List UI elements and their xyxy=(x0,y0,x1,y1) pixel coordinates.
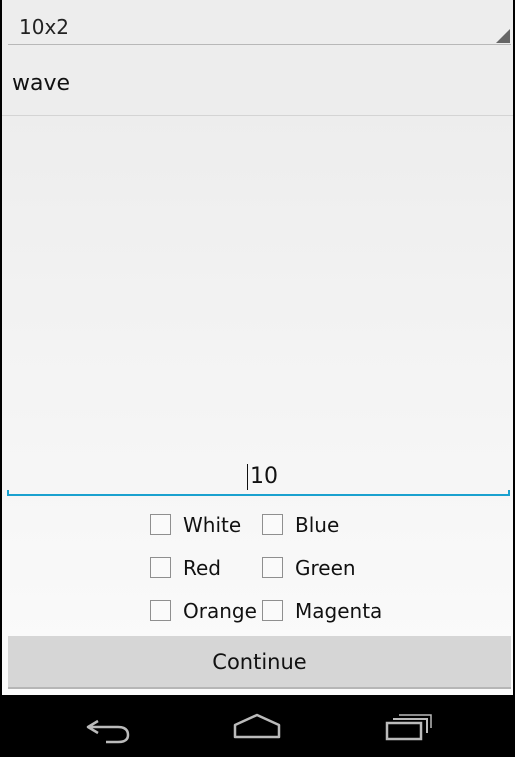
checkbox-blue[interactable]: Blue xyxy=(262,503,339,546)
checkbox-label: Green xyxy=(295,555,356,580)
checkbox-label: Red xyxy=(183,555,221,580)
input-underline-cap-right xyxy=(508,490,510,496)
checkbox-box[interactable] xyxy=(150,557,171,578)
back-icon xyxy=(86,719,130,744)
checkbox-box[interactable] xyxy=(262,557,283,578)
checkbox-box[interactable] xyxy=(262,514,283,535)
checkbox-green[interactable]: Green xyxy=(262,546,356,589)
size-spinner[interactable]: 10x2 xyxy=(8,2,511,45)
home-button[interactable] xyxy=(227,709,287,745)
recent-apps-icon xyxy=(385,714,432,741)
number-input-value: 10 xyxy=(247,464,278,490)
checkbox-label: White xyxy=(183,512,242,537)
checkbox-label: Blue xyxy=(295,512,340,537)
checkbox-magenta[interactable]: Magenta xyxy=(262,589,382,632)
color-checkboxes: White Blue Red Green Orange Magenta xyxy=(149,503,409,632)
checkbox-box[interactable] xyxy=(262,600,283,621)
home-icon xyxy=(233,713,281,739)
input-underline xyxy=(7,494,510,496)
list-item-wave[interactable]: wave xyxy=(2,52,513,116)
checkbox-label: Magenta xyxy=(295,598,383,623)
input-underline-cap-left xyxy=(7,490,9,496)
checkbox-red[interactable]: Red xyxy=(150,546,221,589)
checkbox-label: Orange xyxy=(183,598,257,623)
checkbox-box[interactable] xyxy=(150,514,171,535)
dropdown-triangle-icon xyxy=(496,29,510,43)
app-screen: 10x2 wave 10 White Blue Red Green Orange… xyxy=(2,0,513,695)
checkbox-orange[interactable]: Orange xyxy=(150,589,257,632)
checkbox-white[interactable]: White xyxy=(150,503,241,546)
number-input[interactable]: 10 xyxy=(7,458,510,498)
list-item-label: wave xyxy=(12,71,71,96)
system-nav-bar xyxy=(0,695,515,757)
continue-button[interactable]: Continue xyxy=(8,636,511,689)
checkbox-box[interactable] xyxy=(150,600,171,621)
spinner-value: 10x2 xyxy=(19,15,70,39)
recent-apps-button[interactable] xyxy=(378,709,438,745)
back-button[interactable] xyxy=(78,709,138,745)
